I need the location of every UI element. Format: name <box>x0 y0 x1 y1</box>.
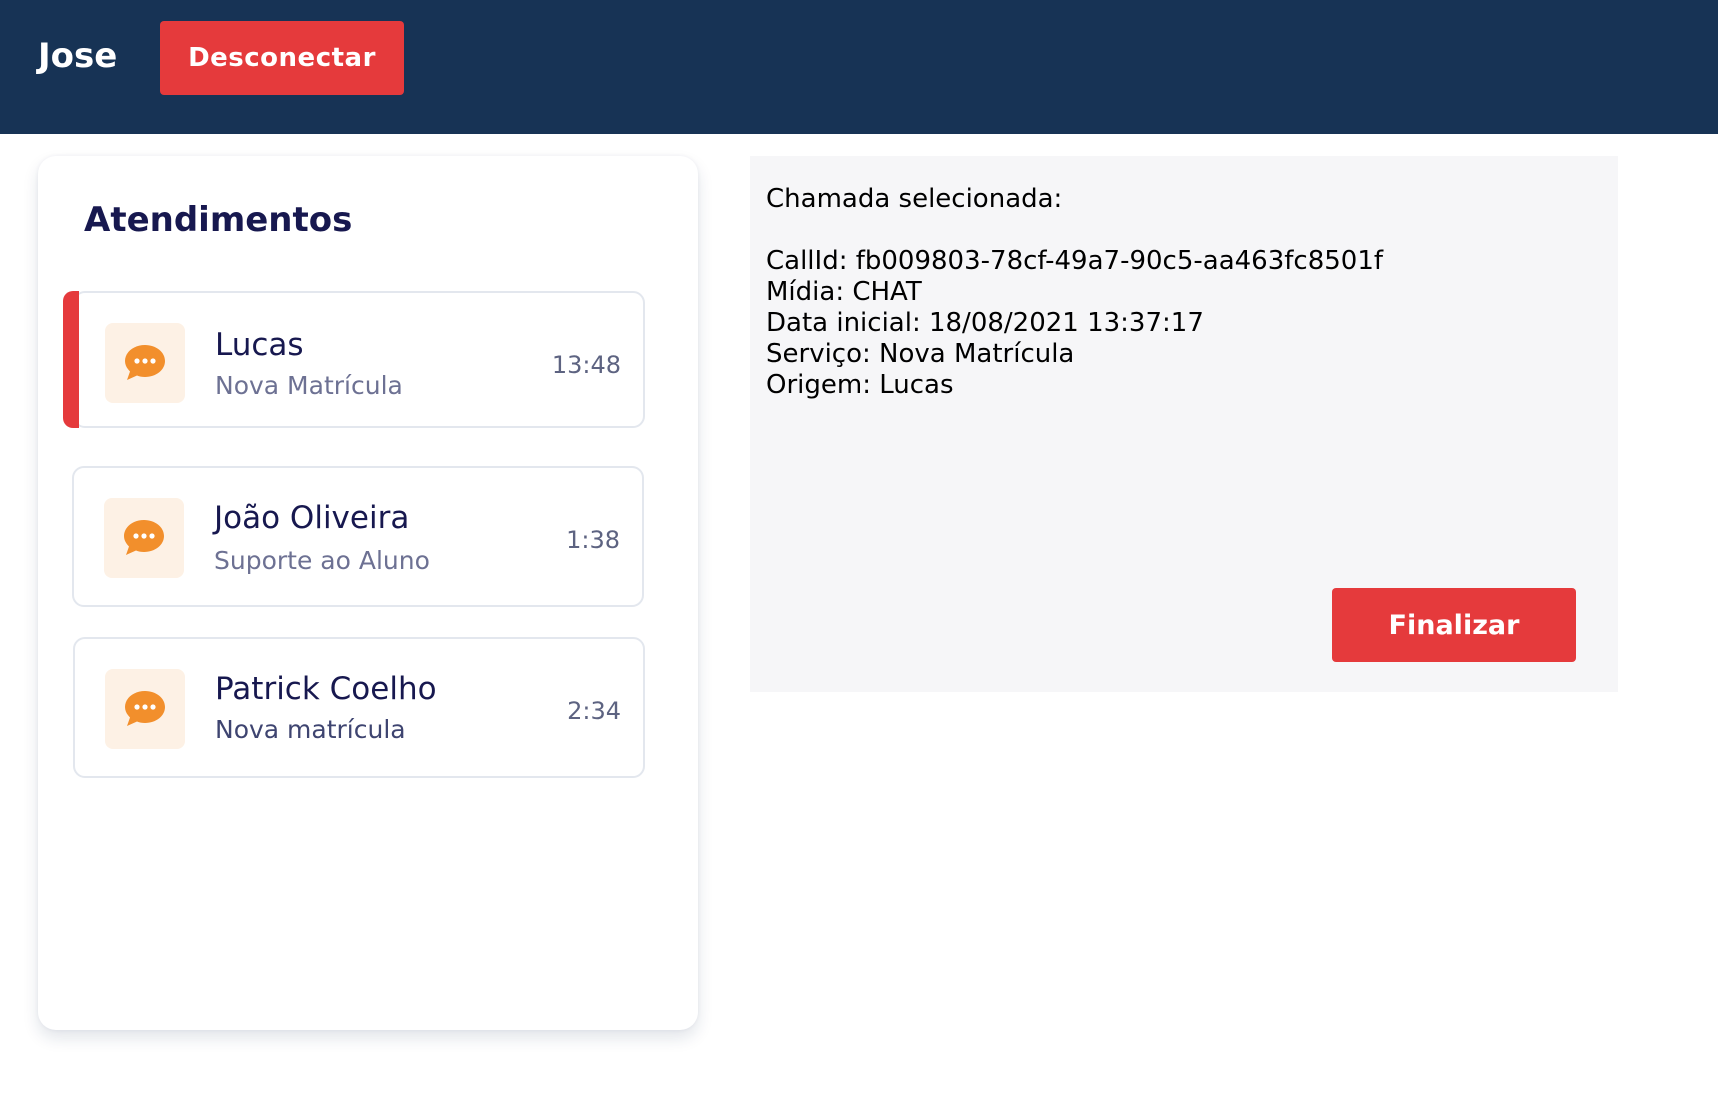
attendance-name: Patrick Coelho <box>215 671 437 707</box>
finalize-button[interactable]: Finalizar <box>1332 588 1576 662</box>
logout-button[interactable]: Desconectar <box>160 21 404 95</box>
attendance-time: 2:34 <box>567 697 621 725</box>
chat-icon <box>104 498 184 578</box>
attendance-item[interactable]: Lucas Nova Matrícula 13:48 <box>63 291 645 428</box>
chat-icon <box>105 669 185 749</box>
attendances-title: Atendimentos <box>84 200 353 240</box>
attendance-time: 13:48 <box>551 351 621 379</box>
attendance-service: Suporte ao Aluno <box>214 546 430 575</box>
attendances-card: Atendimentos Lucas Nova Matrícula 13:48 … <box>38 156 698 1030</box>
call-id-line: CallId: fb009803-78cf-49a7-90c5-aa463fc8… <box>766 246 1384 276</box>
attendance-service: Nova Matrícula <box>215 371 403 400</box>
call-detail-text: Chamada selecionada: CallId: fb009803-78… <box>766 184 1383 401</box>
username-label: Jose <box>38 36 118 76</box>
attendance-time: 1:38 <box>566 526 620 554</box>
start-date-line: Data inicial: 18/08/2021 13:37:17 <box>766 308 1204 338</box>
attendance-item[interactable]: João Oliveira Suporte ao Aluno 1:38 <box>72 466 644 607</box>
attendance-service: Nova matrícula <box>215 715 406 744</box>
call-detail-panel: Chamada selecionada: CallId: fb009803-78… <box>750 156 1618 692</box>
media-line: Mídia: CHAT <box>766 277 922 307</box>
attendance-name: Lucas <box>215 327 304 363</box>
call-detail-heading: Chamada selecionada: <box>766 184 1063 214</box>
attendance-item[interactable]: Patrick Coelho Nova matrícula 2:34 <box>73 637 645 778</box>
chat-icon <box>105 323 185 403</box>
origin-line: Origem: Lucas <box>766 370 954 400</box>
top-bar: Jose Desconectar <box>0 0 1718 134</box>
service-line: Serviço: Nova Matrícula <box>766 339 1075 369</box>
attendance-name: João Oliveira <box>214 500 410 536</box>
